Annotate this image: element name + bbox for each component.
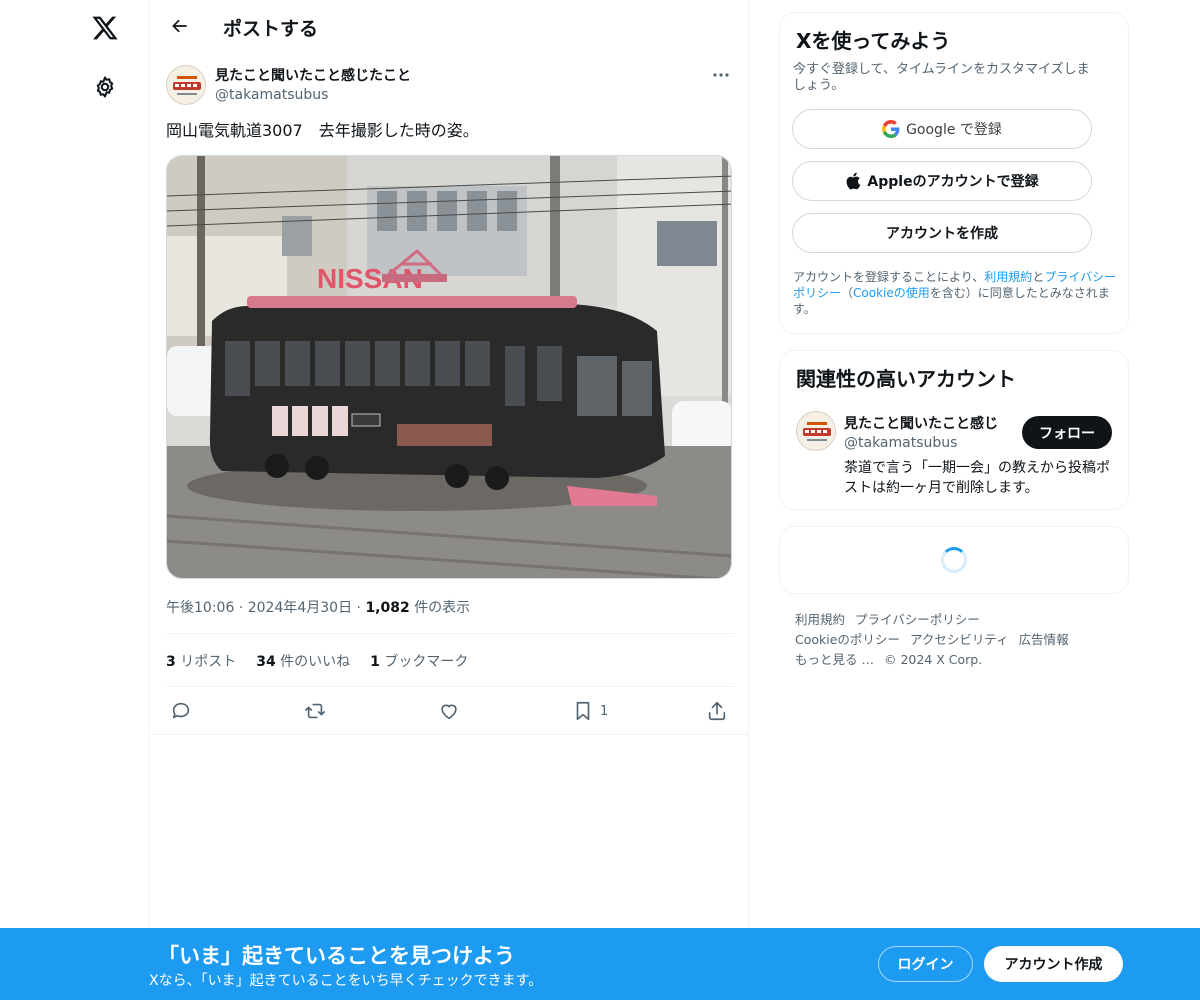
post-stats: 3 リポスト 34 件のいいね 1 ブックマーク [166,651,468,671]
gear-icon[interactable] [85,67,125,107]
bottom-signup-bar: 「いま」起きていることを見つけよう Xなら、「いま」起きていることをいち早くチェ… [0,928,1200,1000]
footer-ads-link[interactable]: 広告情報 [1019,632,1069,647]
footer-cookie-link[interactable]: Cookieのポリシー [795,632,900,647]
views-label: 件の表示 [414,600,471,616]
repost-icon [305,703,325,719]
footer-terms-link[interactable]: 利用規約 [795,612,845,627]
follow-button[interactable]: フォロー [1022,416,1112,449]
bookmark-icon [576,701,590,721]
post-meta: 午後10:06 · 2024年4月30日 · 1,082 件の表示 [166,597,470,617]
likes-stat[interactable]: 34 件のいいね [256,651,350,671]
bottom-bar-title: 「いま」起きていることを見つけよう [158,944,515,968]
related-account-handle[interactable]: @takamatsubus [844,435,957,451]
back-button[interactable] [162,8,198,44]
post-author: 見たこと聞いたこと感じたこと @takamatsubus [166,64,736,108]
apple-logo-icon [846,172,861,190]
google-signup-label: Google で登録 [906,122,1002,138]
footer-privacy-link[interactable]: プライバシーポリシー [855,612,980,627]
left-nav [0,0,150,1000]
main-column: ポストする 見たこと聞いたこと感じたこと @takamatsubus 岡山電気軌… [149,0,749,1000]
x-logo-icon[interactable] [85,8,125,48]
login-button[interactable]: ログイン [878,946,973,982]
signup-card-title: Xを使ってみよう [796,29,951,53]
more-horizontal-icon [713,73,729,77]
signup-card: Xを使ってみよう 今すぐ登録して、タイムラインをカスタマイズしましょう。 Goo… [779,12,1129,334]
bookmark-button[interactable]: 1 [572,696,608,726]
loading-card [779,526,1129,594]
apple-signup-button[interactable]: Appleのアカウントで登録 [792,161,1092,201]
post-date[interactable]: 2024年4月30日 [248,600,352,616]
loading-spinner-icon [941,547,967,573]
bottom-bar-subtitle: Xなら、「いま」起きていることをいち早くチェックできます。 [149,973,543,989]
create-account-label: アカウントを作成 [886,226,998,242]
tram-photo: NISSAN [167,156,731,578]
page-title: ポストする [223,18,319,40]
footer-links: 利用規約 プライバシーポリシー Cookieのポリシー アクセシビリティ 広告情報 も… [795,610,1115,670]
related-account-bio: 茶道で言う「一期一会」の教えから投稿ポストは約一ヶ月で削除します。 [844,460,1110,496]
meta-separator: · [238,600,244,616]
post-photo[interactable]: NISSAN [166,155,732,579]
footer-accessibility-link[interactable]: アクセシビリティ [910,632,1009,647]
google-logo-icon [882,120,900,138]
divider [150,734,748,735]
signup-card-subtitle: 今すぐ登録して、タイムラインをカスタマイズしましょう。 [793,62,1090,93]
share-icon [708,701,726,721]
arrow-left-icon [172,19,187,33]
heart-icon [441,704,457,720]
reply-button[interactable] [170,696,192,726]
bookmark-count: 1 [600,703,609,719]
post-time[interactable]: 午後10:06 [166,600,234,616]
share-button[interactable] [706,696,728,726]
reply-icon [172,702,190,719]
more-button[interactable] [706,64,736,86]
bookmarks-stat[interactable]: 1 ブックマーク [370,651,468,671]
author-handle[interactable]: @takamatsubus [215,87,328,103]
divider [166,633,734,634]
terms-link[interactable]: 利用規約 [984,270,1032,284]
avatar[interactable] [166,65,206,105]
page-header: ポストする [150,0,748,53]
like-button[interactable] [438,696,460,726]
related-accounts-card: 関連性の高いアカウント 見たこと聞いたこと感じ @takamatsubus 茶道… [779,350,1129,510]
related-card-title: 関連性の高いアカウント [796,367,1016,391]
footer-more-link[interactable]: もっと見る … [795,652,874,667]
copyright: © 2024 X Corp. [883,652,983,667]
apple-signup-label: Appleのアカウントで登録 [867,174,1039,190]
author-name[interactable]: 見たこと聞いたこと感じたこと [215,65,411,85]
views-count: 1,082 [365,600,410,616]
divider [166,686,734,687]
avatar[interactable] [796,411,836,451]
post-text: 岡山電気軌道3007 去年撮影した時の姿。 [166,121,479,140]
cookie-link[interactable]: Cookieの使用 [853,286,930,300]
google-signup-button[interactable]: Google で登録 [792,109,1092,149]
legal-text: アカウントを登録することにより、利用規約とプライバシーポリシー（Cookieの使… [793,270,1117,316]
reposts-stat[interactable]: 3 リポスト [166,651,236,671]
meta-separator: · [356,600,361,616]
create-account-button[interactable]: アカウントを作成 [792,213,1092,253]
signup-button[interactable]: アカウント作成 [984,946,1123,982]
related-account-name[interactable]: 見たこと聞いたこと感じ [844,413,1014,433]
post-actions: 1 [166,696,734,726]
repost-button[interactable] [304,696,326,726]
